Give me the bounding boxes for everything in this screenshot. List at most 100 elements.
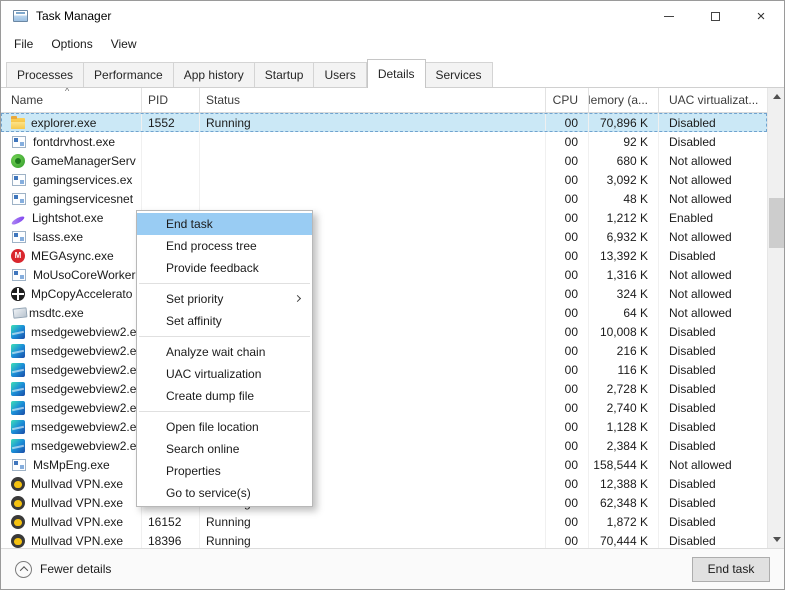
uac-cell: Disabled <box>659 360 759 379</box>
cpu-cell: 00 <box>546 474 589 493</box>
cpu-cell: 00 <box>546 208 589 227</box>
context-menu-item-create-dump-file[interactable]: Create dump file <box>137 385 312 407</box>
process-row-gamingservicesnet[interactable]: gamingservicesnet0048 KNot allowed <box>1 189 767 208</box>
process-row-msedgewebview2-exe[interactable]: msedgewebview2.exe2132Running001,128 KDi… <box>1 417 767 436</box>
process-row-msedgewebview2-e[interactable]: msedgewebview2.e002,728 KDisabled <box>1 379 767 398</box>
window-title: Task Manager <box>36 9 111 23</box>
context-menu-item-end-task[interactable]: End task <box>137 213 312 235</box>
maximize-icon <box>711 12 720 21</box>
name-cell: MpCopyAccelerato <box>5 284 142 303</box>
name-cell: msedgewebview2.e <box>5 398 142 417</box>
mega-red-icon <box>11 249 25 263</box>
process-row-explorer-exe[interactable]: explorer.exe1552Running0070,896 KDisable… <box>1 113 767 132</box>
column-header-cpu[interactable]: CPU <box>546 88 589 112</box>
name-cell: lsass.exe <box>5 227 142 246</box>
column-header-status[interactable]: Status <box>200 88 546 112</box>
column-header-memory[interactable]: Memory (a... <box>589 88 659 112</box>
chevron-down-icon <box>773 537 781 542</box>
column-header-pid[interactable]: PID <box>142 88 200 112</box>
tab-startup[interactable]: Startup <box>255 62 315 87</box>
context-menu-item-open-file-location[interactable]: Open file location <box>137 416 312 438</box>
process-row-lsass-exe[interactable]: lsass.exe006,932 KNot allowed <box>1 227 767 246</box>
menubar-item-file[interactable]: File <box>5 33 42 55</box>
memory-cell: 1,872 K <box>589 512 659 531</box>
process-row-msdtc-exe[interactable]: msdtc.exe0064 KNot allowed <box>1 303 767 322</box>
process-row-msedgewebview2-e[interactable]: msedgewebview2.e00216 KDisabled <box>1 341 767 360</box>
context-menu-item-end-process-tree[interactable]: End process tree <box>137 235 312 257</box>
fewer-details-toggle[interactable]: Fewer details <box>15 561 111 578</box>
pid-cell: 16152 <box>142 512 200 531</box>
process-name: gamingservices.ex <box>33 173 132 187</box>
close-button[interactable]: × <box>738 1 784 31</box>
context-menu-item-properties[interactable]: Properties <box>137 460 312 482</box>
context-menu-item-search-online[interactable]: Search online <box>137 438 312 460</box>
process-row-lightshot-exe[interactable]: Lightshot.exe001,212 KEnabled <box>1 208 767 227</box>
context-menu-item-set-priority[interactable]: Set priority <box>137 288 312 310</box>
column-header-uac[interactable]: UAC virtualizat... <box>659 88 759 112</box>
memory-cell: 216 K <box>589 341 659 360</box>
maximize-button[interactable] <box>692 1 738 31</box>
context-menu-item-go-to-service-s[interactable]: Go to service(s) <box>137 482 312 504</box>
process-row-mullvad-vpn-exe[interactable]: Mullvad VPN.exe16152Running001,872 KDisa… <box>1 512 767 531</box>
minimize-button[interactable] <box>646 1 692 31</box>
column-header-name[interactable]: Name^ <box>5 88 142 112</box>
cpu-cell: 00 <box>546 113 589 132</box>
pid-cell: 18396 <box>142 531 200 548</box>
fewer-details-label: Fewer details <box>40 562 111 576</box>
tab-users[interactable]: Users <box>314 62 366 87</box>
scroll-down-button[interactable] <box>768 531 784 548</box>
process-name: MpCopyAccelerato <box>31 287 132 301</box>
process-row-mullvad-vpn-exe[interactable]: Mullvad VPN.exe17060Running0012,388 KDis… <box>1 474 767 493</box>
end-task-button[interactable]: End task <box>692 557 770 582</box>
process-name: msedgewebview2.exe <box>31 420 142 434</box>
process-row-mullvad-vpn-exe[interactable]: Mullvad VPN.exe18396Running0070,444 KDis… <box>1 531 767 548</box>
status-cell: Running <box>200 512 546 531</box>
pinwheel-black-icon <box>11 287 25 301</box>
vertical-scrollbar <box>767 88 784 548</box>
uac-cell: Disabled <box>659 531 759 548</box>
uac-cell: Not allowed <box>659 455 759 474</box>
tab-performance[interactable]: Performance <box>84 62 174 87</box>
process-row-mousocoreworker[interactable]: MoUsoCoreWorker001,316 KNot allowed <box>1 265 767 284</box>
cpu-cell: 00 <box>546 132 589 151</box>
process-name: msedgewebview2.e <box>31 325 136 339</box>
context-menu-item-analyze-wait-chain[interactable]: Analyze wait chain <box>137 341 312 363</box>
game-green-icon <box>11 154 25 168</box>
process-row-megasync-exe[interactable]: MEGAsync.exe0013,392 KDisabled <box>1 246 767 265</box>
context-menu-item-set-affinity[interactable]: Set affinity <box>137 310 312 332</box>
process-row-mullvad-vpn-exe[interactable]: Mullvad VPN.exe17268Running0062,348 KDis… <box>1 493 767 512</box>
menubar-item-view[interactable]: View <box>102 33 146 55</box>
process-row-mpcopyaccelerato[interactable]: MpCopyAccelerato00324 KNot allowed <box>1 284 767 303</box>
scrollbar-thumb[interactable] <box>769 198 784 248</box>
webview-icon <box>11 344 25 358</box>
process-row-fontdrvhost-exe[interactable]: fontdrvhost.exe0092 KDisabled <box>1 132 767 151</box>
footer: Fewer details End task <box>1 548 784 589</box>
tab-processes[interactable]: Processes <box>6 62 84 87</box>
name-cell: Mullvad VPN.exe <box>5 531 142 548</box>
process-name: msedgewebview2.e <box>31 363 136 377</box>
submenu-arrow-icon <box>294 295 301 302</box>
cpu-cell: 00 <box>546 341 589 360</box>
process-row-gamemanagerserv[interactable]: GameManagerServ00680 KNot allowed <box>1 151 767 170</box>
menu-separator <box>139 283 310 284</box>
tab-services[interactable]: Services <box>426 62 493 87</box>
menubar-item-options[interactable]: Options <box>42 33 101 55</box>
tab-details[interactable]: Details <box>367 59 426 88</box>
process-name: fontdrvhost.exe <box>33 135 115 149</box>
context-menu-item-uac-virtualization[interactable]: UAC virtualization <box>137 363 312 385</box>
process-row-msedgewebview2-e[interactable]: msedgewebview2.e0010,008 KDisabled <box>1 322 767 341</box>
context-menu-item-label: End task <box>166 217 213 231</box>
memory-cell: 70,444 K <box>589 531 659 548</box>
context-menu-item-provide-feedback[interactable]: Provide feedback <box>137 257 312 279</box>
process-row-msmpeng-exe[interactable]: MsMpEng.exe12536Running00158,544 KNot al… <box>1 455 767 474</box>
process-row-msedgewebview2-e[interactable]: msedgewebview2.e002,740 KDisabled <box>1 398 767 417</box>
process-row-msedgewebview2-e[interactable]: msedgewebview2.e00116 KDisabled <box>1 360 767 379</box>
memory-cell: 1,212 K <box>589 208 659 227</box>
memory-cell: 116 K <box>589 360 659 379</box>
tab-app-history[interactable]: App history <box>174 62 255 87</box>
process-row-gamingservices-ex[interactable]: gamingservices.ex003,092 KNot allowed <box>1 170 767 189</box>
process-row-msedgewebview2-exe[interactable]: msedgewebview2.exe6232Running002,384 KDi… <box>1 436 767 455</box>
scroll-up-button[interactable] <box>768 88 784 105</box>
status-cell: Running <box>200 531 546 548</box>
memory-cell: 680 K <box>589 151 659 170</box>
